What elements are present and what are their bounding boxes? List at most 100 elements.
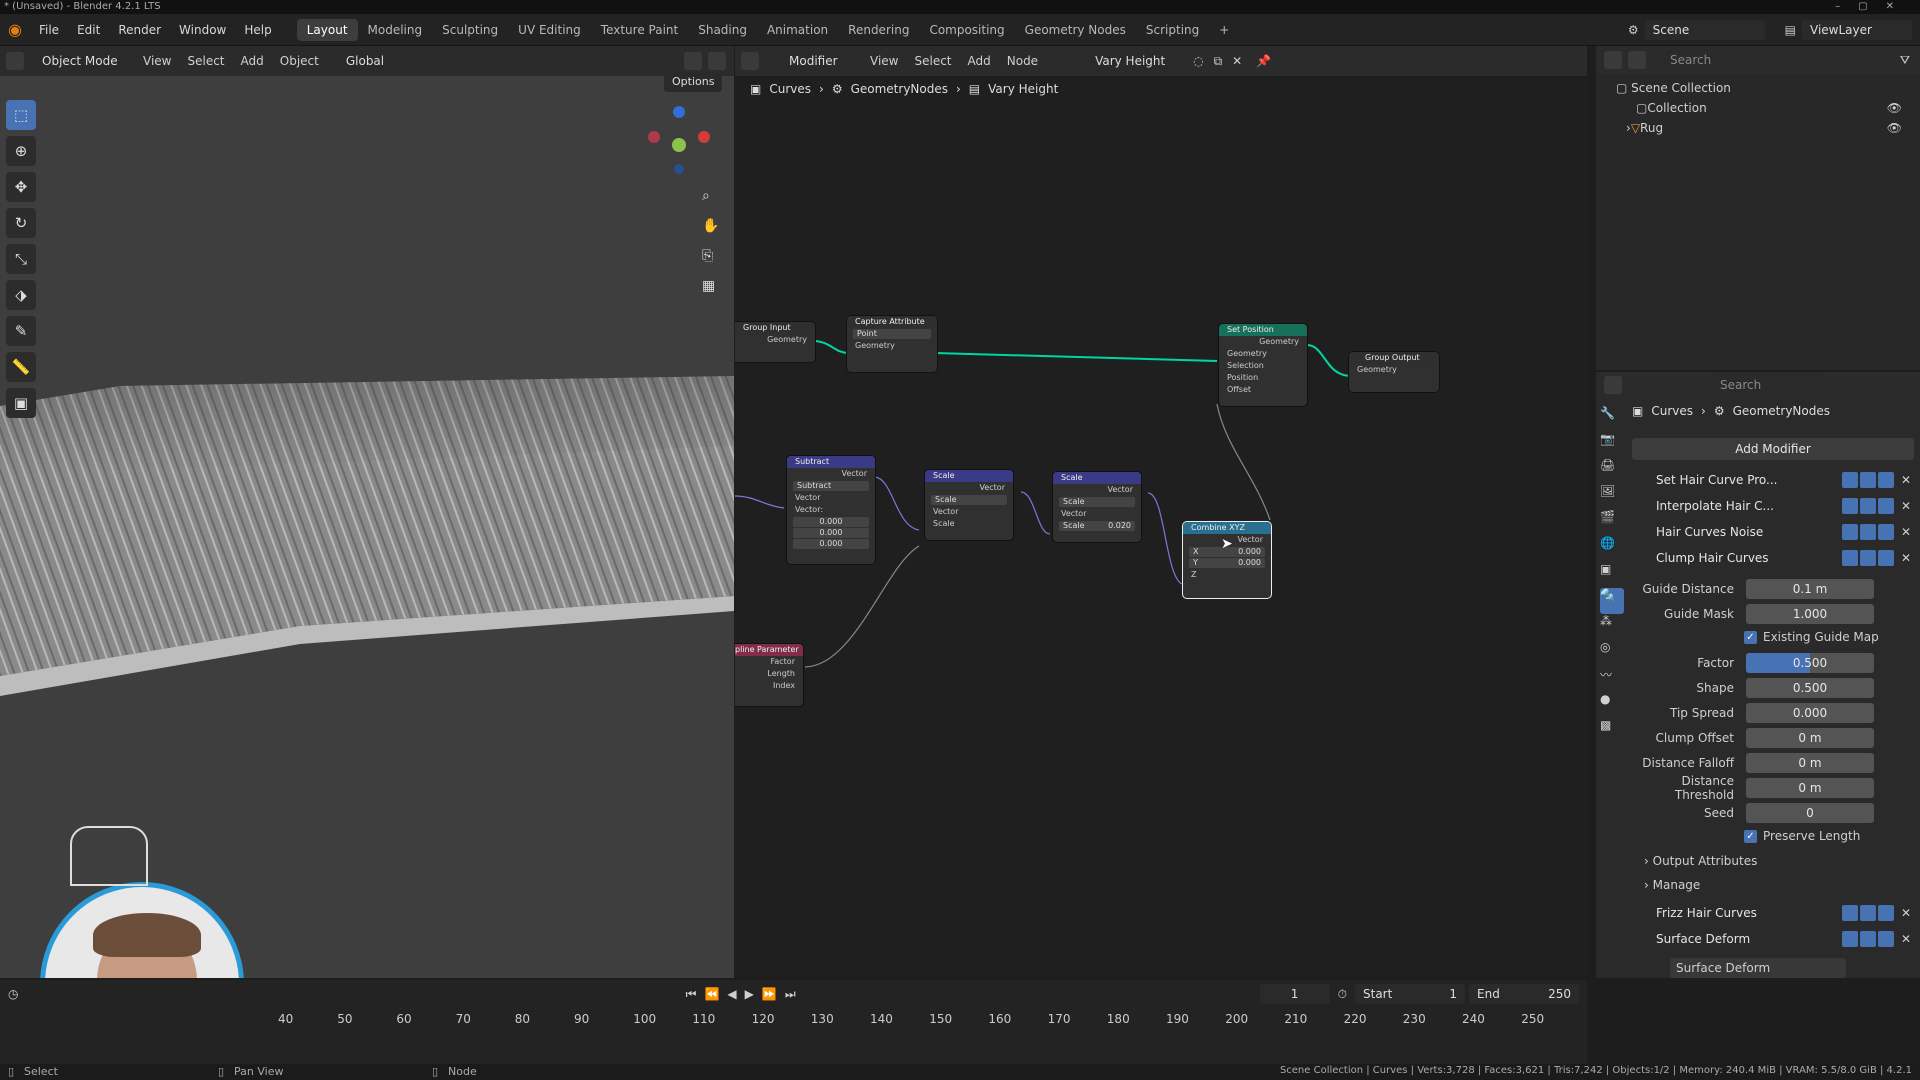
- modifier-interpolate-hair-curves[interactable]: Interpolate Hair C... ✕: [1628, 495, 1918, 517]
- clump-offset-input[interactable]: 0 m: [1746, 728, 1874, 748]
- menu-window[interactable]: Window: [170, 19, 235, 41]
- tab-uv-editing[interactable]: UV Editing: [508, 19, 591, 41]
- modifier-frizz-hair-curves[interactable]: Frizz Hair Curves ✕: [1628, 902, 1918, 924]
- blender-logo-icon[interactable]: ◉: [0, 20, 30, 39]
- overlay-icon[interactable]: [684, 52, 702, 70]
- capture-domain-dropdown[interactable]: Point: [853, 329, 931, 339]
- start-frame-field[interactable]: Start 1: [1355, 984, 1465, 1004]
- operation-dropdown[interactable]: Subtract: [793, 481, 869, 491]
- viewport-icon[interactable]: [1860, 524, 1876, 540]
- operation-dropdown[interactable]: Scale: [1059, 497, 1135, 507]
- scale-value-field[interactable]: Scale 0.020: [1059, 521, 1135, 531]
- tab-compositing[interactable]: Compositing: [919, 19, 1014, 41]
- manage-panel[interactable]: › Manage: [1644, 878, 1700, 892]
- viewport-icon[interactable]: [1860, 472, 1876, 488]
- node-editor[interactable]: Group Input Geometry Capture Attribute P…: [735, 46, 1587, 978]
- view-layer-selector[interactable]: ViewLayer: [1802, 19, 1912, 40]
- transform-orientation[interactable]: Global: [337, 51, 393, 71]
- zoom-icon[interactable]: ⌕: [702, 188, 710, 204]
- guide-mask-input[interactable]: 1.000: [1746, 604, 1874, 624]
- add-cube-icon[interactable]: ▣: [6, 388, 36, 418]
- scene-selector[interactable]: Scene: [1644, 19, 1765, 40]
- existing-guide-map-checkbox[interactable]: ✓ Existing Guide Map: [1744, 630, 1879, 644]
- node-menu-view[interactable]: View: [863, 51, 905, 71]
- texture-tab-icon[interactable]: ▩: [1600, 718, 1624, 744]
- guide-distance-input[interactable]: 0.1 m: [1746, 579, 1874, 599]
- menu-render[interactable]: Render: [109, 19, 170, 41]
- distance-falloff-input[interactable]: 0 m: [1746, 753, 1874, 773]
- duplicate-icon[interactable]: ⧉: [1210, 54, 1227, 69]
- vector-x-field[interactable]: 0.000: [793, 517, 869, 527]
- viewport-menu-view[interactable]: View: [136, 51, 178, 71]
- tab-modeling[interactable]: Modeling: [358, 19, 433, 41]
- play-icon[interactable]: ▶: [741, 987, 758, 1001]
- tool-tab-icon[interactable]: 🔧: [1600, 406, 1624, 432]
- tab-sculpting[interactable]: Sculpting: [432, 19, 508, 41]
- pan-hand-icon[interactable]: ✋: [702, 218, 719, 234]
- options-button[interactable]: Options: [664, 72, 723, 92]
- display-mode-icon[interactable]: [1628, 51, 1646, 69]
- pin-icon[interactable]: 📌: [1248, 54, 1279, 68]
- breadcrumb-item[interactable]: GeometryNodes: [851, 82, 948, 96]
- annotate-icon[interactable]: ✎: [6, 316, 36, 346]
- viewport-icon[interactable]: [1860, 550, 1876, 566]
- node-subtract[interactable]: Subtract Vector Subtract Vector Vector: …: [787, 456, 875, 564]
- node-combine-xyz[interactable]: Combine XYZ Vector X 0.000 Y 0.000 Z: [1183, 522, 1271, 598]
- properties-search[interactable]: Search: [1712, 375, 1822, 395]
- breadcrumb-item[interactable]: Curves: [769, 82, 811, 96]
- outliner-type-icon[interactable]: [1604, 51, 1622, 69]
- 3d-viewport[interactable]: ⌕ ✋ ⎘ ▦: [0, 46, 734, 978]
- edit-mode-icon[interactable]: [1842, 905, 1858, 921]
- edit-mode-icon[interactable]: [1842, 498, 1858, 514]
- render-icon[interactable]: [1878, 931, 1894, 947]
- editor-type-icon[interactable]: [6, 52, 24, 70]
- unlink-icon[interactable]: ✕: [1228, 54, 1246, 68]
- outliner-item-scene-collection[interactable]: ▢ Scene Collection: [1616, 78, 1920, 98]
- render-icon[interactable]: [1878, 905, 1894, 921]
- close-icon[interactable]: ✕: [1894, 525, 1918, 539]
- measure-icon[interactable]: 📏: [6, 352, 36, 382]
- viewport-icon[interactable]: [1860, 498, 1876, 514]
- node-menu-add[interactable]: Add: [961, 51, 998, 71]
- close-icon[interactable]: ✕: [1894, 551, 1918, 565]
- outliner-search[interactable]: Search: [1662, 50, 1772, 70]
- object-tab-icon[interactable]: ▣: [1600, 562, 1624, 588]
- menu-edit[interactable]: Edit: [68, 19, 109, 41]
- node-editor-type-icon[interactable]: [741, 52, 759, 70]
- edit-mode-icon[interactable]: [1842, 524, 1858, 540]
- output-tab-icon[interactable]: 🖨: [1600, 458, 1624, 484]
- close-icon[interactable]: ✕: [1894, 473, 1918, 487]
- viewport-menu-object[interactable]: Object: [273, 51, 326, 71]
- tip-spread-input[interactable]: 0.000: [1746, 703, 1874, 723]
- camera-icon[interactable]: ⎘: [702, 248, 713, 264]
- world-tab-icon[interactable]: 🌐: [1600, 536, 1624, 562]
- tab-layout[interactable]: Layout: [296, 18, 358, 41]
- vector-y-field[interactable]: 0.000: [793, 528, 869, 538]
- output-attributes-panel[interactable]: › Output Attributes: [1644, 854, 1757, 868]
- render-tab-icon[interactable]: 📷: [1600, 432, 1624, 458]
- skip-end-icon[interactable]: ⏭: [781, 987, 800, 1002]
- mode-selector[interactable]: Object Mode: [34, 51, 134, 71]
- outliner-item-rug[interactable]: › ▽ Rug 👁: [1616, 118, 1920, 138]
- seed-input[interactable]: 0: [1746, 803, 1874, 823]
- clock-icon[interactable]: ◷: [0, 987, 18, 1001]
- factor-slider[interactable]: 0.500: [1746, 653, 1874, 673]
- node-set-position[interactable]: Set Position Geometry Geometry Selection…: [1219, 324, 1307, 406]
- modifier-set-hair-curve-profile[interactable]: Set Hair Curve Pro... ✕: [1628, 469, 1918, 491]
- node-group-input[interactable]: Group Input Geometry: [735, 322, 815, 362]
- tab-animation[interactable]: Animation: [757, 19, 838, 41]
- edit-mode-icon[interactable]: [1842, 931, 1858, 947]
- operation-dropdown[interactable]: Scale: [931, 495, 1007, 505]
- current-frame-field[interactable]: 1: [1259, 984, 1330, 1004]
- render-icon[interactable]: [1878, 498, 1894, 514]
- move-icon[interactable]: ✥: [6, 172, 36, 202]
- viewport-gizmo[interactable]: [648, 106, 718, 176]
- node-menu-select[interactable]: Select: [907, 51, 958, 71]
- node-spline-parameter[interactable]: pline Parameter Factor Length Index: [735, 644, 803, 706]
- cursor-icon[interactable]: ⊕: [6, 136, 36, 166]
- add-workspace-icon[interactable]: +: [1209, 19, 1239, 41]
- shape-input[interactable]: 0.500: [1746, 678, 1874, 698]
- add-modifier-button[interactable]: Add Modifier: [1632, 438, 1914, 460]
- viewport-icon[interactable]: [1860, 931, 1876, 947]
- play-reverse-icon[interactable]: ◀: [723, 987, 740, 1001]
